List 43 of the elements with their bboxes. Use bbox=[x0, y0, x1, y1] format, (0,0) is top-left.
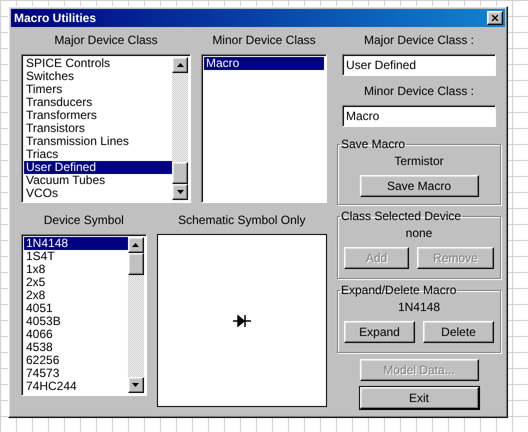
list-label: Device Symbol bbox=[44, 213, 124, 227]
list-item[interactable]: 4066 bbox=[24, 328, 128, 341]
list-item[interactable]: 2x8 bbox=[24, 289, 128, 302]
dialog-button[interactable]: Exit bbox=[360, 387, 478, 409]
group-title: Save Macro bbox=[340, 137, 406, 151]
list-item[interactable]: SPICE Controls bbox=[24, 57, 172, 70]
device-name: 1N4148 bbox=[398, 300, 440, 314]
device-name: Termistor bbox=[394, 154, 444, 168]
list-item[interactable]: 4053B bbox=[24, 315, 128, 328]
list-label: Schematic Symbol Only bbox=[178, 213, 306, 227]
list-item[interactable]: 74573 bbox=[24, 367, 128, 380]
list-item[interactable]: Vacuum Tubes bbox=[24, 174, 172, 187]
list-item[interactable]: Transducers bbox=[24, 96, 172, 109]
list-item[interactable]: 62256 bbox=[24, 354, 128, 367]
list-item[interactable]: Switches bbox=[24, 70, 172, 83]
list-item[interactable]: 4051 bbox=[24, 302, 128, 315]
list-label: Minor Device Class bbox=[212, 33, 316, 47]
list-item[interactable]: 74HC244 bbox=[24, 380, 128, 393]
list-item[interactable]: Transformers bbox=[24, 109, 172, 122]
dialog-button[interactable]: Delete bbox=[423, 321, 494, 343]
major-class-field[interactable]: User Defined bbox=[342, 54, 496, 76]
list-item[interactable]: 1x8 bbox=[24, 263, 128, 276]
dialog-button[interactable]: Expand bbox=[344, 321, 415, 343]
list-item[interactable]: VCOs bbox=[24, 187, 172, 200]
group-title: Class Selected Device bbox=[340, 209, 462, 223]
window-title: Macro Utilities bbox=[14, 10, 96, 27]
list-item[interactable]: 1N4148 bbox=[24, 237, 128, 250]
list-item[interactable]: Triacs bbox=[24, 148, 172, 161]
list-label: Minor Device Class : bbox=[364, 84, 474, 98]
dialog-button[interactable]: Save Macro bbox=[360, 175, 478, 197]
device-name: none bbox=[406, 226, 432, 240]
list-item[interactable]: Timers bbox=[24, 83, 172, 96]
list-item[interactable]: Macro bbox=[204, 57, 324, 70]
list-item[interactable]: 2x5 bbox=[24, 276, 128, 289]
list-item[interactable]: 4538 bbox=[24, 341, 128, 354]
list-item[interactable]: 1S4T bbox=[24, 250, 128, 263]
list-item[interactable]: User Defined bbox=[24, 161, 172, 174]
list-label: Major Device Class bbox=[54, 33, 158, 47]
list-label: Major Device Class : bbox=[364, 33, 474, 47]
list-item[interactable]: Transmission Lines bbox=[24, 135, 172, 148]
minor-class-field[interactable]: Macro bbox=[342, 105, 496, 127]
list-item[interactable]: Transistors bbox=[24, 122, 172, 135]
group-title: Expand/Delete Macro bbox=[340, 283, 458, 297]
